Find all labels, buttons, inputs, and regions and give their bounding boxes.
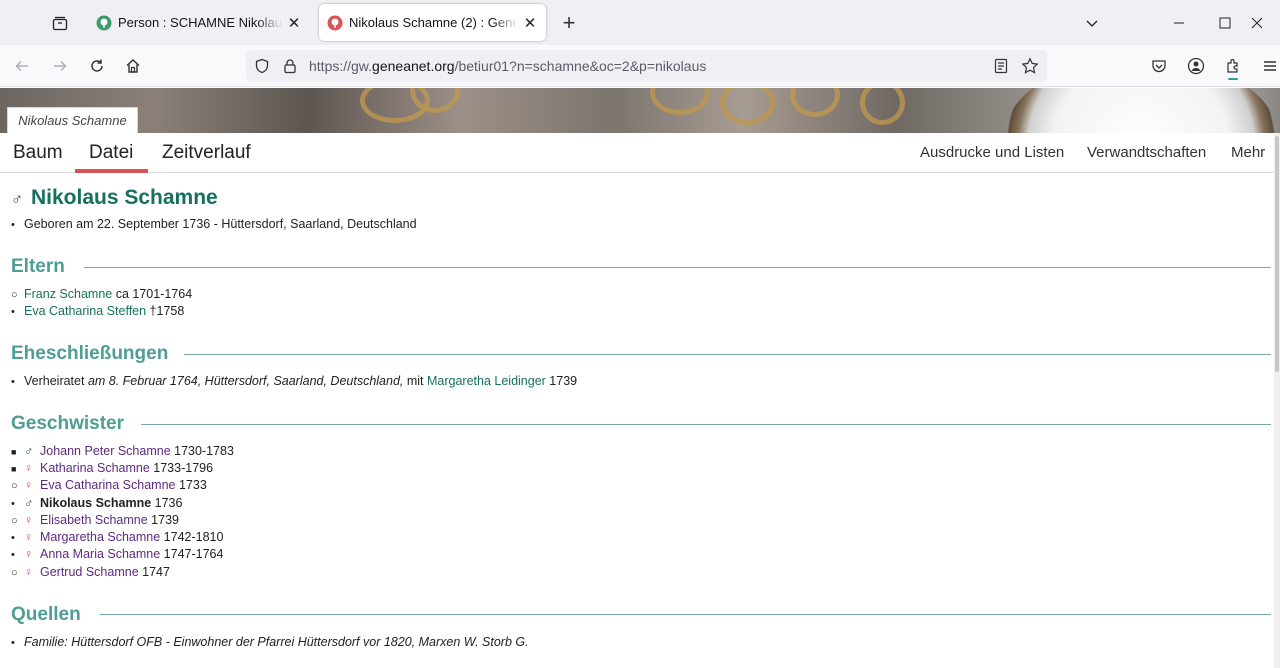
menu-baum[interactable]: Baum: [13, 142, 63, 164]
female-symbol-icon: ♀: [24, 530, 34, 544]
section-heading-quellen: Quellen: [11, 604, 81, 625]
parent-link-eva-catharina-steffen[interactable]: Eva Catharina Steffen: [24, 304, 146, 318]
tab-bar: Person : SCHAMNE Nikolaus - In ✕ Nikolau…: [0, 0, 1280, 45]
male-symbol-icon: ♂: [11, 191, 23, 208]
sibling-item: • ♀ Anna Maria Schamne 1747-1764: [11, 547, 224, 561]
sibling-item: ■ ♂ Johann Peter Schamne 1730-1783: [11, 444, 234, 458]
minimize-icon[interactable]: [1156, 0, 1202, 45]
sibling-link[interactable]: Margaretha Schamne: [40, 530, 160, 544]
section-divider: [184, 354, 1271, 355]
pocket-icon[interactable]: [1145, 52, 1173, 80]
back-arrow-icon[interactable]: [8, 52, 36, 80]
marriage-info: • Verheiratet am 8. Februar 1764, Hütters…: [11, 374, 578, 388]
section-divider: [84, 267, 1271, 268]
home-icon[interactable]: [119, 52, 147, 80]
sibling-link[interactable]: Anna Maria Schamne: [40, 547, 160, 561]
parent-mother: • Eva Catharina Steffen †1758: [11, 304, 185, 318]
spouse-link-margaretha-leidinger[interactable]: Margaretha Leidinger: [427, 374, 546, 388]
sibling-item: • ♀ Margaretha Schamne 1742-1810: [11, 530, 224, 544]
geneanet-favicon-icon: [96, 15, 112, 31]
section-heading-geschwister: Geschwister: [11, 413, 124, 434]
sibling-link[interactable]: Johann Peter Schamne: [40, 444, 171, 458]
pocket-watch-image: 12 1 2: [1006, 88, 1276, 133]
person-name: Nikolaus Schamne: [31, 186, 218, 209]
shield-icon[interactable]: [254, 58, 270, 79]
menu-mehr[interactable]: Mehr: [1231, 144, 1265, 161]
page-menu: Baum Datei Zeitverlauf Ausdrucke und Lis…: [0, 133, 1276, 173]
menu-zeitverlauf[interactable]: Zeitverlauf: [162, 142, 251, 164]
sibling-link[interactable]: Eva Catharina Schamne: [40, 478, 176, 492]
menu-verwandtschaften[interactable]: Verwandtschaften: [1087, 144, 1206, 161]
tab-title: Nikolaus Schamne (2) : Genealo: [349, 15, 518, 30]
female-symbol-icon: ♀: [24, 513, 34, 527]
section-heading-eheschliessungen: Eheschließungen: [11, 343, 169, 364]
navigation-toolbar: https://gw.geneanet.org/betiur01?n=scham…: [0, 45, 1280, 87]
close-icon[interactable]: ✕: [286, 15, 302, 32]
account-icon[interactable]: [1182, 52, 1210, 80]
sibling-link[interactable]: Gertrud Schamne: [40, 565, 139, 579]
menu-datei[interactable]: Datei: [89, 142, 133, 164]
person-name-tab[interactable]: Nikolaus Schamne: [7, 107, 138, 133]
url-bar[interactable]: https://gw.geneanet.org/betiur01?n=scham…: [246, 50, 1047, 82]
forward-arrow-icon[interactable]: [46, 52, 74, 80]
sibling-item-self: • ♂ Nikolaus Schamne 1736: [11, 496, 183, 510]
male-symbol-icon: ♂: [24, 444, 34, 458]
female-symbol-icon: ♀: [24, 461, 34, 475]
chevron-down-icon[interactable]: [1069, 0, 1115, 45]
male-symbol-icon: ♂: [24, 496, 34, 510]
tab-nikolaus-schamne-genealogy[interactable]: Nikolaus Schamne (2) : Genealo ✕: [319, 4, 546, 41]
female-symbol-icon: ♀: [24, 547, 34, 561]
sibling-item: ○ ♀ Elisabeth Schamne 1739: [11, 513, 179, 527]
sibling-item: ○ ♀ Eva Catharina Schamne 1733: [11, 478, 207, 492]
sibling-link[interactable]: Elisabeth Schamne: [40, 513, 148, 527]
star-icon[interactable]: [1021, 57, 1039, 80]
tab-list-icon[interactable]: [46, 11, 74, 35]
source-info: • Familie: Hüttersdorf OFB - Einwohner de…: [11, 635, 529, 649]
close-icon[interactable]: [1234, 0, 1280, 45]
tab-title: Person : SCHAMNE Nikolaus - In: [118, 15, 282, 30]
female-symbol-icon: ♀: [24, 565, 34, 579]
plus-icon[interactable]: +: [556, 10, 582, 36]
section-divider: [141, 424, 1271, 425]
female-symbol-icon: ♀: [24, 478, 34, 492]
sibling-self-name: Nikolaus Schamne: [40, 496, 152, 510]
birth-info: • Geboren am 22. September 1736 - Hütters…: [11, 217, 417, 231]
sibling-link[interactable]: Katharina Schamne: [40, 461, 150, 475]
sibling-item: ○ ♀ Gertrud Schamne 1747: [11, 565, 170, 579]
lock-icon[interactable]: [282, 58, 298, 79]
hamburger-menu-icon[interactable]: [1256, 52, 1280, 80]
page-title: ♂ Nikolaus Schamne: [11, 186, 218, 210]
extensions-icon[interactable]: [1219, 52, 1247, 80]
scrollbar-thumb[interactable]: [1275, 136, 1279, 372]
reload-icon[interactable]: [83, 52, 111, 80]
reader-view-icon[interactable]: [993, 58, 1009, 79]
tab-person-schamne-nikolaus[interactable]: Person : SCHAMNE Nikolaus - In ✕: [88, 4, 310, 41]
section-heading-eltern: Eltern: [11, 256, 65, 277]
menu-ausdrucke-und-listen[interactable]: Ausdrucke und Listen: [920, 144, 1064, 161]
active-tab-indicator: [75, 169, 148, 173]
close-icon[interactable]: ✕: [522, 15, 538, 32]
geneanet-favicon-icon: [327, 15, 343, 31]
sibling-item: ■ ♀ Katharina Schamne 1733-1796: [11, 461, 214, 475]
parent-father: ○ Franz Schamne ca 1701-1764: [11, 287, 193, 301]
header-banner-image: 12 1 2: [0, 88, 1280, 133]
section-divider: [100, 614, 1271, 615]
parent-link-franz-schamne[interactable]: Franz Schamne: [24, 287, 112, 301]
url-text[interactable]: https://gw.geneanet.org/betiur01?n=scham…: [309, 58, 706, 74]
